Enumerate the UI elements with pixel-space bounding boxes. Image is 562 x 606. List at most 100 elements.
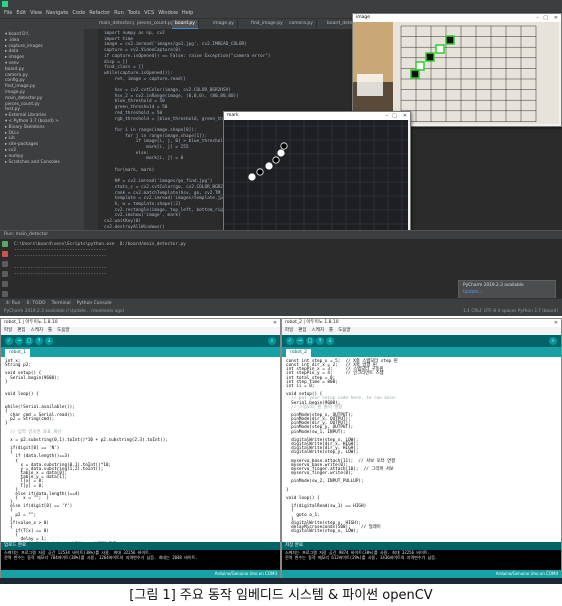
menu-item[interactable]: Edit xyxy=(16,10,26,16)
pycharm-logo-icon xyxy=(2,1,8,7)
close-icon[interactable]: ✕ xyxy=(403,112,407,120)
menu-item[interactable]: Refactor xyxy=(89,10,110,16)
close-icon[interactable]: ✕ xyxy=(554,14,558,22)
serial-monitor-icon[interactable]: ⌕ xyxy=(268,337,276,345)
arduino-menu-item[interactable]: 파일 xyxy=(4,328,12,333)
save-icon[interactable]: ↓ xyxy=(45,337,53,345)
stop-icon[interactable] xyxy=(2,251,8,257)
tree-folder[interactable]: ▸ Scratches and Consoles xyxy=(5,160,84,166)
mask-stone xyxy=(265,162,273,170)
code-line: x = p2.substring(0,1).toInt()*10 + p2.su… xyxy=(5,437,168,443)
code-line: p2 = String(cmd); xyxy=(5,417,55,423)
scroll-end-icon[interactable] xyxy=(2,271,8,277)
minimize-icon[interactable]: – xyxy=(386,112,389,120)
menu-item[interactable]: View xyxy=(30,10,42,16)
arduino-left-editor[interactable]: int x; String p2; void setup() { Serial.be… xyxy=(1,357,280,542)
arduino-menu-item[interactable]: 툴 xyxy=(329,328,333,333)
status-bar: PyCharm 2019.2.3 available // Update... … xyxy=(0,307,562,316)
serial-monitor-icon[interactable]: ⌕ xyxy=(549,337,557,345)
sketch-tab[interactable]: robot_2 xyxy=(286,349,311,357)
new-sketch-icon[interactable]: □ xyxy=(25,337,33,345)
arduino-menu-item[interactable]: 툴 xyxy=(48,328,52,333)
editor-tab[interactable]: image.py xyxy=(210,20,238,28)
menu-item[interactable]: Navigate xyxy=(46,10,68,16)
tool-window-button[interactable]: 4: Run xyxy=(6,301,20,306)
sketch-tab[interactable]: robot_1 xyxy=(5,349,30,357)
editor-tab[interactable]: camera.py xyxy=(286,20,317,28)
close-icon[interactable]: ✕ xyxy=(273,319,277,327)
menu-item[interactable]: Code xyxy=(72,10,85,16)
code-line: if(digitalRead(sw_1) == HIGH) xyxy=(286,504,367,510)
opencv-camera-window[interactable]: image – □ ✕ xyxy=(352,13,562,127)
close-icon[interactable]: ✕ xyxy=(554,319,558,327)
editor-tab[interactable]: pieces_count.py xyxy=(134,20,178,28)
arduino-right-title-bar: robot_2 | 아두이노 1.8.10 ✕ xyxy=(282,319,561,327)
arduino-left-title: robot_1 | 아두이노 1.8.10 xyxy=(4,320,58,325)
code-line: void loop() { xyxy=(286,495,320,501)
arduino-right-toolbar: ✓ → □ ↑ ↓ ⌕ xyxy=(282,335,561,347)
detected-stone xyxy=(415,61,425,71)
code-line: for(mark, mark) xyxy=(104,167,155,173)
code-line: void loop() { xyxy=(5,392,39,398)
save-icon[interactable]: ↓ xyxy=(326,337,334,345)
notification-update-link[interactable]: Update... xyxy=(459,290,555,295)
tool-window-button[interactable]: 6: TODO xyxy=(26,301,45,306)
detected-stone xyxy=(425,52,435,62)
windows-taskbar xyxy=(0,578,562,584)
arduino-menu-item[interactable]: 편집 xyxy=(17,328,25,333)
camera-window-title-text: image xyxy=(356,15,371,20)
arduino-left-tabbar: robot_1 xyxy=(1,347,280,357)
tool-window-button[interactable]: Python Console xyxy=(77,301,112,306)
arduino-ide-left: robot_1 | 아두이노 1.8.10 ✕ 파일 편집 스케치 툴 도움말 ✓ → … xyxy=(0,318,281,579)
verify-icon[interactable]: ✓ xyxy=(5,337,13,345)
arduino-right-editor[interactable]: const int step_x = 5; // X축 스텝모터 step 핀c… xyxy=(282,357,561,542)
run-tab-label[interactable]: Run: main_detector xyxy=(4,232,48,237)
menu-item[interactable]: Run xyxy=(114,10,124,16)
console-line: 전역 변수는 동적 메모리 784바이트(38%)를 사용, 1264바이트의 … xyxy=(4,555,198,560)
arduino-left-title-bar: robot_1 | 아두이노 1.8.10 ✕ xyxy=(1,319,280,327)
open-icon[interactable]: ↑ xyxy=(35,337,43,345)
minimize-icon[interactable]: – xyxy=(537,14,540,22)
arduino-menu-item[interactable]: 도움말 xyxy=(57,328,69,333)
notification-title: PyCharm 2019.2.3 available xyxy=(463,283,524,288)
verify-icon[interactable]: ✓ xyxy=(286,337,294,345)
pin-icon[interactable] xyxy=(2,261,8,267)
arduino-right-board-info: Arduino/Genuino Uno on COM4 xyxy=(282,570,561,578)
menu-item[interactable]: VCS xyxy=(144,10,154,16)
maximize-icon[interactable]: □ xyxy=(392,112,397,120)
code-line: if capture.isOpened() == False: raise Ex… xyxy=(104,53,271,59)
status-message: PyCharm 2019.2.3 available // Update... … xyxy=(4,309,125,314)
arduino-menu-item[interactable]: 편집 xyxy=(298,328,306,333)
tool-window-button[interactable]: Terminal xyxy=(52,301,71,306)
trash-icon[interactable] xyxy=(2,291,8,297)
code-line: } xyxy=(5,379,8,385)
rerun-icon[interactable] xyxy=(2,241,8,247)
upload-icon[interactable]: → xyxy=(296,337,304,345)
code-line: digitalWrite(step_x, LOW); xyxy=(286,529,359,535)
open-icon[interactable]: ↑ xyxy=(316,337,324,345)
code-line: pinMode(sw_2, INPUT_PULLUP); xyxy=(286,479,364,485)
arduino-menu-item[interactable]: 스케치 xyxy=(31,328,43,333)
arduino-ide-right: robot_2 | 아두이노 1.8.10 ✕ 파일 편집 스케치 툴 도움말 ✓ → … xyxy=(281,318,562,579)
arduino-menu-item[interactable]: 파일 xyxy=(285,328,293,333)
editor-tab[interactable]: find_image.py xyxy=(248,20,287,28)
menu-item[interactable]: Window xyxy=(158,10,178,16)
upload-icon[interactable]: → xyxy=(15,337,23,345)
mask-window-title: mark – □ ✕ xyxy=(224,112,410,120)
mask-stone xyxy=(272,156,280,164)
arduino-menu-item[interactable]: 도움말 xyxy=(338,328,350,333)
menu-item[interactable]: Tools xyxy=(128,10,140,16)
maximize-icon[interactable]: □ xyxy=(543,14,548,22)
arduino-menu-item[interactable]: 스케치 xyxy=(312,328,324,333)
arduino-right-menu: 파일 편집 스케치 툴 도움말 xyxy=(282,327,561,335)
pycharm-window: File Edit View Navigate Code Refactor Run Tools… xyxy=(0,0,562,316)
new-sketch-icon[interactable]: □ xyxy=(306,337,314,345)
update-notification[interactable]: PyCharm 2019.2.3 available Update... xyxy=(458,280,556,300)
editor-tab[interactable]: board.py xyxy=(172,20,199,29)
code-line: } xyxy=(286,487,289,493)
mask-window-title-text: mark xyxy=(227,113,239,118)
menu-item[interactable]: Help xyxy=(182,10,193,16)
menu-item[interactable]: File xyxy=(4,10,12,16)
print-icon[interactable] xyxy=(2,281,8,287)
run-toolbar xyxy=(2,241,10,301)
